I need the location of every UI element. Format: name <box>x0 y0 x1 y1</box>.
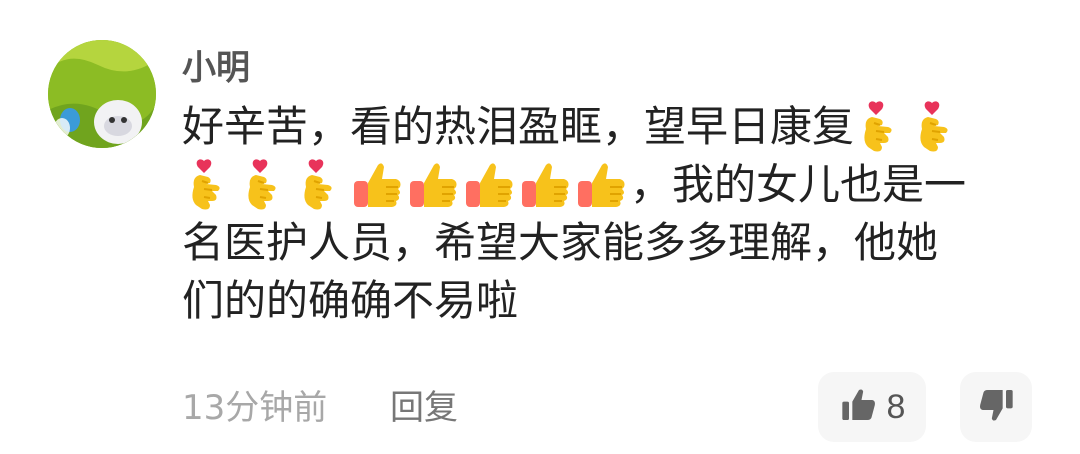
comment-text-segment: ，我的女儿也是一 <box>630 160 967 209</box>
comment-text-segment: 名医护人员，希望大家能多多理解，他她 <box>182 218 939 267</box>
like-button[interactable]: 8 <box>818 372 926 442</box>
comment-line: 名医护人员，希望大家能多多理解，他她 <box>182 214 1042 272</box>
thumbs-up-icon <box>839 385 879 429</box>
yeti-avatar-icon <box>48 40 156 148</box>
finger-heart-emoji <box>854 99 910 155</box>
comment-timestamp: 13分钟前 <box>182 388 328 428</box>
finger-heart-emoji <box>182 157 238 213</box>
comment-text-segment: 们的的确确不易啦 <box>182 276 519 325</box>
like-count: 8 <box>886 387 906 426</box>
thumbs-up-emoji <box>518 157 574 213</box>
reply-button[interactable]: 回复 <box>390 384 458 432</box>
comment-line: ，我的女儿也是一 <box>182 156 1042 214</box>
username[interactable]: 小明 <box>182 44 250 92</box>
thumbs-up-emoji <box>406 157 462 213</box>
thumbs-up-emoji <box>462 157 518 213</box>
comment-line: 好辛苦，看的热泪盈眶，望早日康复 <box>182 98 1042 156</box>
dislike-button[interactable] <box>960 372 1032 442</box>
thumbs-up-emoji <box>350 157 406 213</box>
finger-heart-emoji <box>910 99 966 155</box>
comment-text-segment: 好辛苦，看的热泪盈眶，望早日康复 <box>182 102 855 151</box>
comment-line: 们的的确确不易啦 <box>182 272 1042 330</box>
finger-heart-emoji <box>238 157 294 213</box>
finger-heart-emoji <box>294 157 350 213</box>
thumbs-down-icon <box>976 385 1016 429</box>
avatar[interactable] <box>48 40 156 148</box>
comment-text: 好辛苦，看的热泪盈眶，望早日康复 ，我的女儿也是一名医护人员，希望大家能多多理解，… <box>182 98 1042 330</box>
thumbs-up-emoji <box>574 157 630 213</box>
